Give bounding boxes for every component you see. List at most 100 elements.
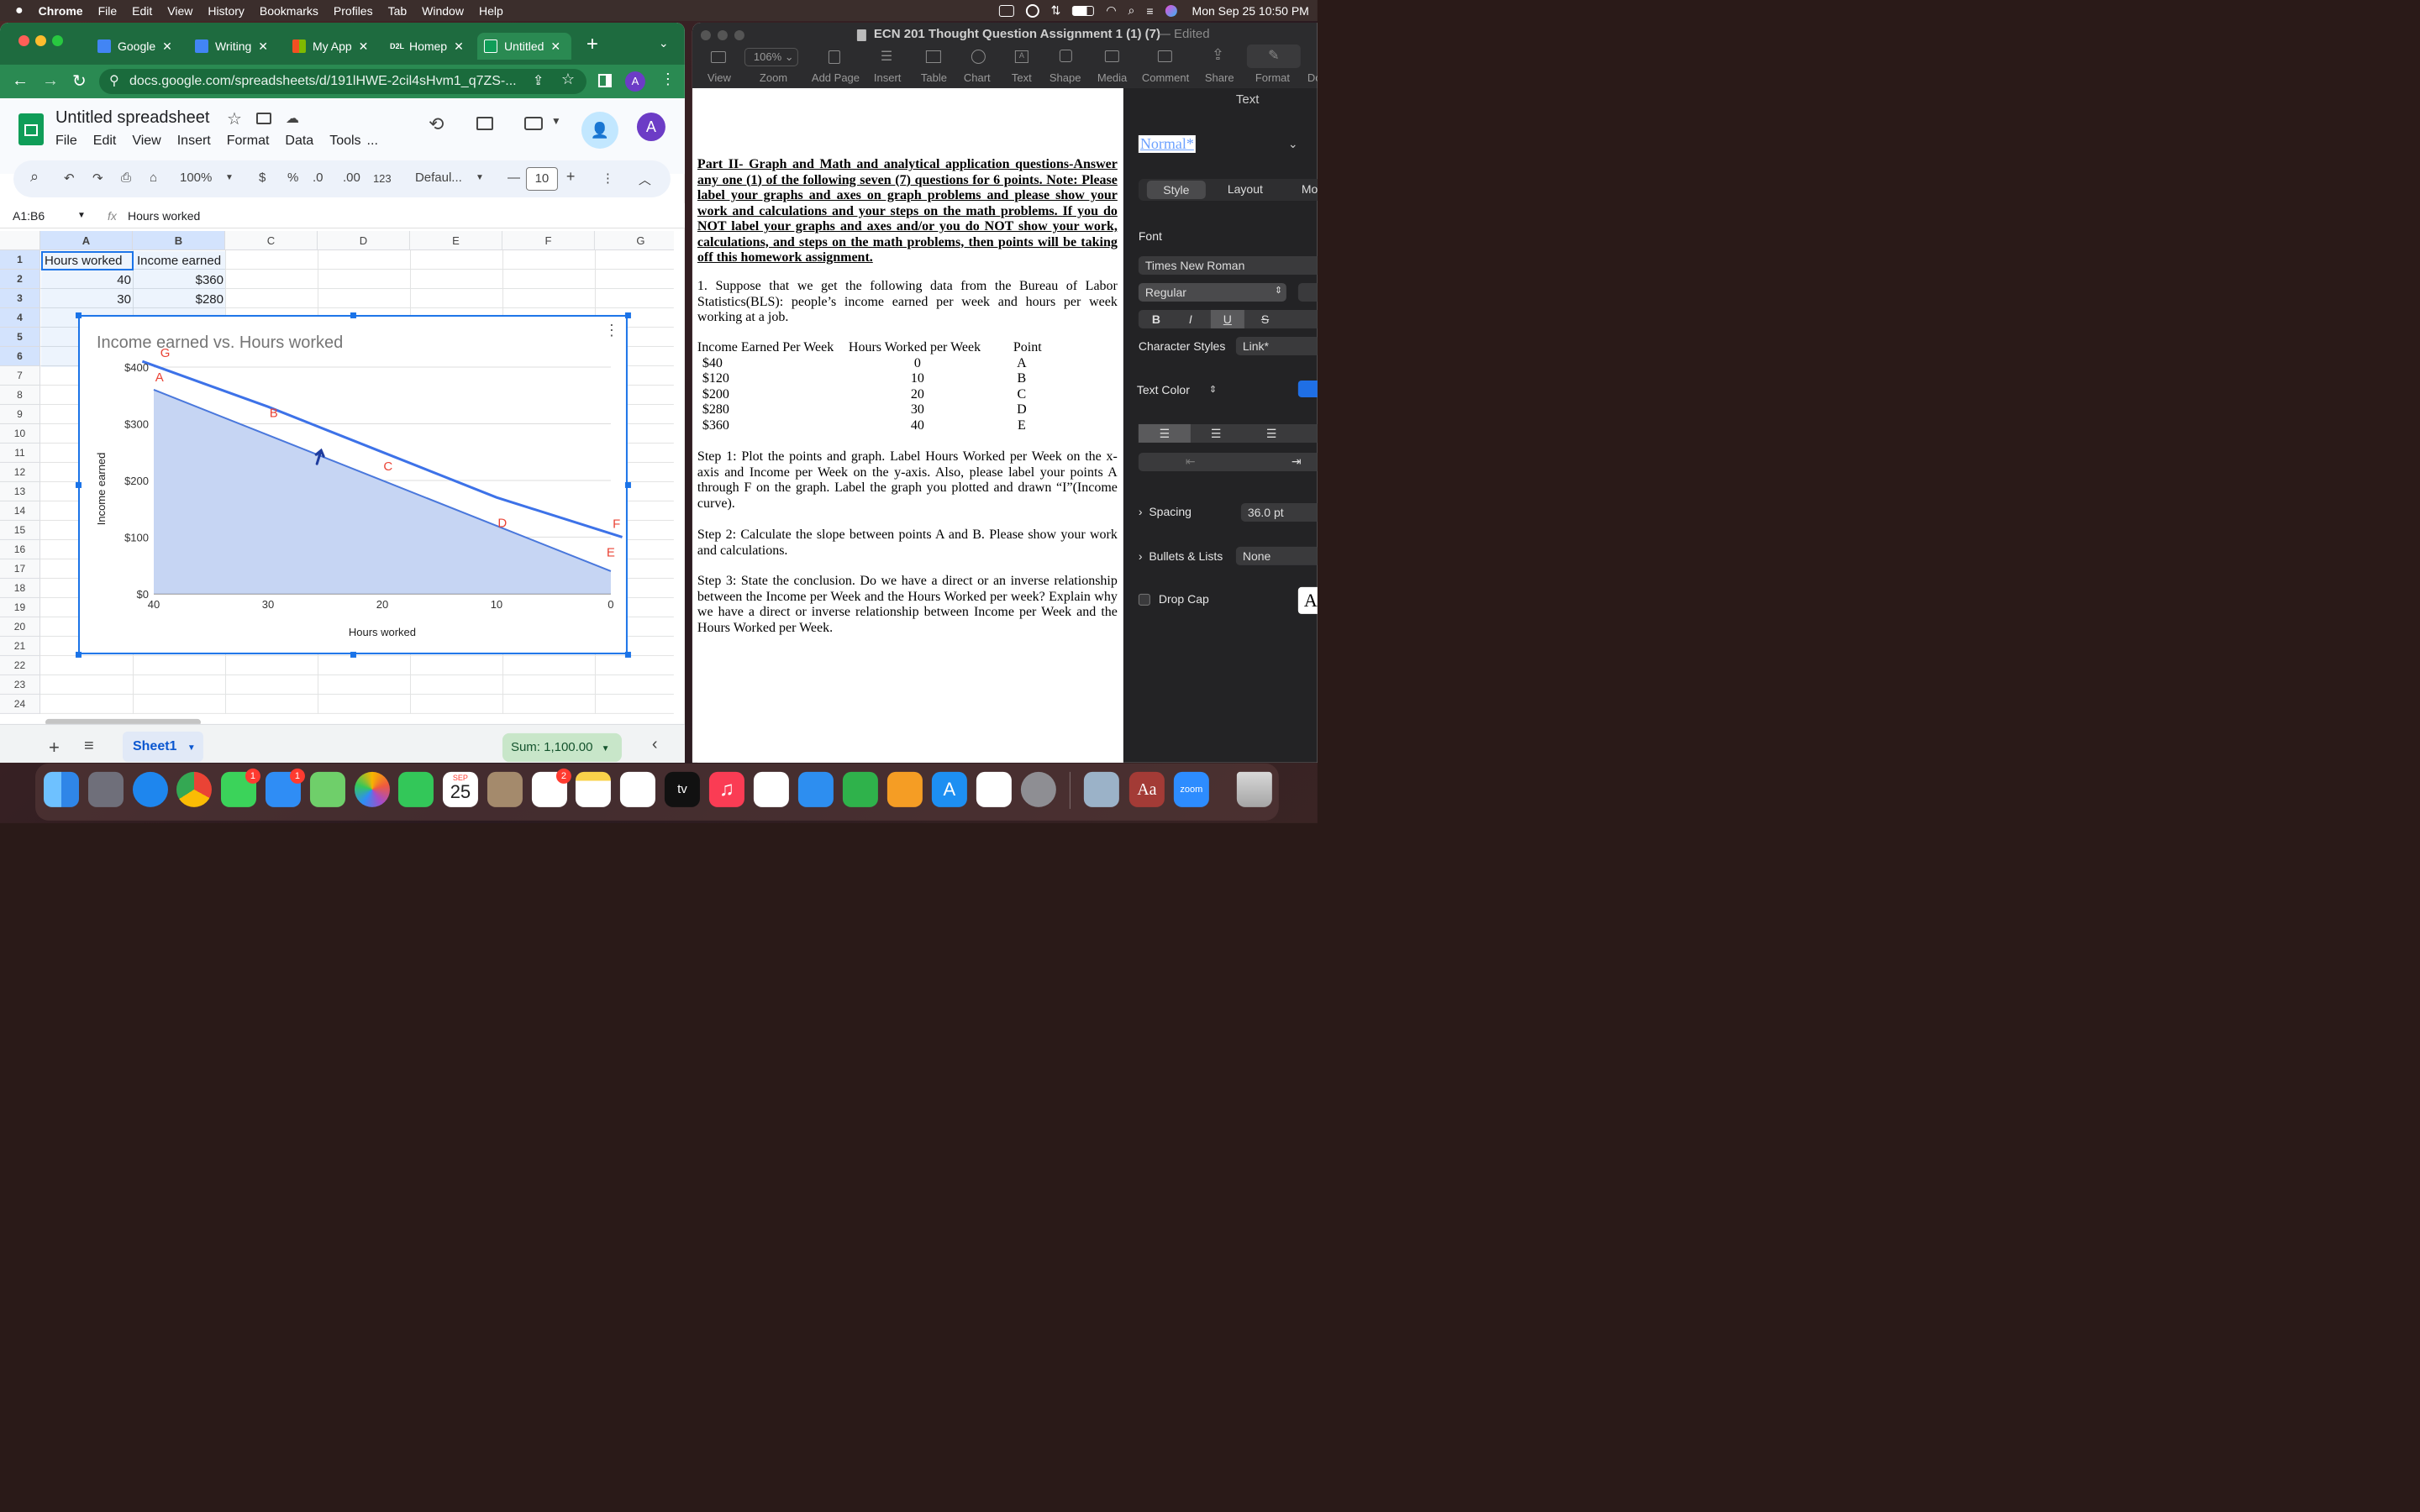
row-header[interactable]: 15 xyxy=(0,520,40,540)
menu-edit[interactable]: Edit xyxy=(124,3,160,17)
sheets-menu-file[interactable]: File xyxy=(55,134,77,149)
format-brush-icon[interactable]: ✎ xyxy=(1246,44,1301,68)
freeform-icon[interactable] xyxy=(619,771,655,807)
close-icon[interactable]: ✕ xyxy=(550,39,560,53)
paragraph-style-select[interactable]: Normal* xyxy=(1138,134,1196,153)
table-icon[interactable] xyxy=(925,50,941,63)
more-formats-button[interactable]: 123 xyxy=(373,172,392,185)
chart-resize-handle[interactable] xyxy=(75,312,82,318)
chart-icon[interactable] xyxy=(971,49,986,64)
site-info-icon[interactable]: ⚲ xyxy=(109,69,119,94)
decrease-indent-button[interactable]: ⇤ xyxy=(1186,454,1196,469)
dictionary-icon[interactable]: Aa xyxy=(1128,771,1165,807)
row-header[interactable]: 20 xyxy=(0,617,40,637)
increase-indent-button[interactable]: ⇥ xyxy=(1292,454,1302,469)
cell-b1[interactable]: Income earned xyxy=(137,251,221,270)
tab-d2l-home[interactable]: D2L Homep ✕ xyxy=(383,33,474,60)
italic-button[interactable]: I xyxy=(1189,312,1192,326)
music-icon[interactable]: ♫ xyxy=(708,771,744,807)
insert-icon[interactable]: ☰ xyxy=(881,48,892,65)
row-header[interactable]: 9 xyxy=(0,404,40,424)
text-color-swatch[interactable] xyxy=(1297,380,1318,397)
spacing-section[interactable]: › Spacing xyxy=(1139,505,1192,518)
row-header[interactable]: 22 xyxy=(0,655,40,675)
embedded-chart[interactable]: ⋮ Income earned vs. Hours worked Income … xyxy=(77,314,628,654)
increase-decimal-button[interactable]: .00 xyxy=(343,171,360,185)
window-close-button[interactable] xyxy=(18,34,29,46)
version-history-icon[interactable]: ⟲ xyxy=(429,113,444,135)
control-center-icon[interactable]: ≡ xyxy=(1146,3,1153,17)
tab-style[interactable]: Style xyxy=(1146,180,1206,199)
toolbar-label-media[interactable]: Media xyxy=(1097,71,1127,84)
row-header[interactable]: 18 xyxy=(0,578,40,598)
toolbar-label-view[interactable]: View xyxy=(708,71,731,84)
launchpad-icon[interactable] xyxy=(87,771,124,807)
toolbar-label-format[interactable]: Format xyxy=(1255,71,1290,84)
toolbar-label-chart[interactable]: Chart xyxy=(964,71,991,84)
zoom-select[interactable]: 106% ⌄ xyxy=(744,47,798,66)
align-left-button[interactable]: ☰ xyxy=(1138,423,1191,443)
bullets-section[interactable]: › Bullets & Lists xyxy=(1139,549,1223,563)
cell-a2[interactable]: 40 xyxy=(40,270,131,290)
calendar-icon[interactable]: SEP 25 xyxy=(442,771,478,807)
menu-tab[interactable]: Tab xyxy=(381,3,415,17)
window-zoom-button[interactable] xyxy=(734,29,744,40)
chart-resize-handle[interactable] xyxy=(624,651,631,658)
step-1[interactable]: Step 1: Plot the points and graph. Label… xyxy=(697,449,1118,512)
spotlight-search-icon[interactable]: ⌕ xyxy=(1128,3,1135,18)
row-header[interactable]: 3 xyxy=(0,288,40,308)
redo-icon[interactable]: ↷ xyxy=(92,171,103,186)
paint-format-icon[interactable]: ⌂ xyxy=(150,171,157,185)
bullets-select[interactable]: None xyxy=(1235,546,1318,565)
new-tab-button[interactable]: + xyxy=(587,33,598,56)
chart-resize-handle[interactable] xyxy=(75,481,82,488)
maps-icon[interactable] xyxy=(309,771,345,807)
row-header[interactable]: 7 xyxy=(0,365,40,386)
tab-more[interactable]: Mo xyxy=(1302,182,1318,196)
back-icon[interactable]: ← xyxy=(12,71,29,91)
row-header[interactable]: 11 xyxy=(0,443,40,463)
row-header[interactable]: 14 xyxy=(0,501,40,521)
close-icon[interactable]: ✕ xyxy=(359,39,369,53)
tab-writing[interactable]: Writing ✕ xyxy=(188,33,282,60)
siri-icon[interactable] xyxy=(1165,4,1177,17)
cell-a3[interactable]: 30 xyxy=(40,290,131,309)
cloud-status-icon[interactable]: ☁ xyxy=(286,110,299,127)
toolbar-label-zoom[interactable]: Zoom xyxy=(760,71,787,84)
row-header[interactable]: 21 xyxy=(0,636,40,656)
toolbar-label-table[interactable]: Table xyxy=(921,71,947,84)
row-header[interactable]: 24 xyxy=(0,694,40,714)
star-icon[interactable]: ☆ xyxy=(227,108,242,129)
toolbar-label-add-page[interactable]: Add Page xyxy=(812,71,860,84)
side-panel-icon[interactable] xyxy=(597,73,612,87)
vscode-icon[interactable] xyxy=(976,771,1012,807)
bold-button[interactable]: B xyxy=(1152,312,1160,326)
undo-icon[interactable]: ↶ xyxy=(64,171,75,186)
tab-untitled-spreadsheet[interactable]: Untitled ✕ xyxy=(476,32,571,60)
step-2[interactable]: Step 2: Calculate the slope between poin… xyxy=(697,528,1118,559)
format-percent-button[interactable]: % xyxy=(287,171,298,185)
window-minimize-button[interactable] xyxy=(717,29,728,40)
sheets-menu-format[interactable]: Format xyxy=(227,134,270,149)
window-close-button[interactable] xyxy=(700,29,711,40)
underline-button[interactable]: U xyxy=(1210,309,1244,328)
column-header-c[interactable]: C xyxy=(224,230,318,250)
row-header[interactable]: 13 xyxy=(0,481,40,501)
chevron-down-icon[interactable]: ▼ xyxy=(77,211,86,220)
formula-input[interactable]: Hours worked xyxy=(128,209,200,223)
menu-help[interactable]: Help xyxy=(471,3,511,17)
window-minimize-button[interactable] xyxy=(34,34,46,46)
meet-icon[interactable] xyxy=(523,116,543,130)
more-toolbar-icon[interactable]: ⋮ xyxy=(602,171,614,186)
tab-my-apps[interactable]: My App ✕ xyxy=(286,33,380,60)
facetime-icon[interactable] xyxy=(397,771,434,807)
apple-menu-icon[interactable]: ● xyxy=(0,3,31,18)
row-header[interactable]: 17 xyxy=(0,559,40,579)
column-header-d[interactable]: D xyxy=(317,230,410,250)
chevron-down-icon[interactable]: ⌄ xyxy=(1288,137,1298,151)
chart-resize-handle[interactable] xyxy=(624,481,631,488)
font-size-input[interactable]: 10 xyxy=(525,166,558,191)
zoom-select[interactable]: 100% xyxy=(180,171,212,185)
search-menus-icon[interactable]: ⌕ xyxy=(30,168,39,186)
menu-app-name[interactable]: Chrome xyxy=(31,3,91,17)
